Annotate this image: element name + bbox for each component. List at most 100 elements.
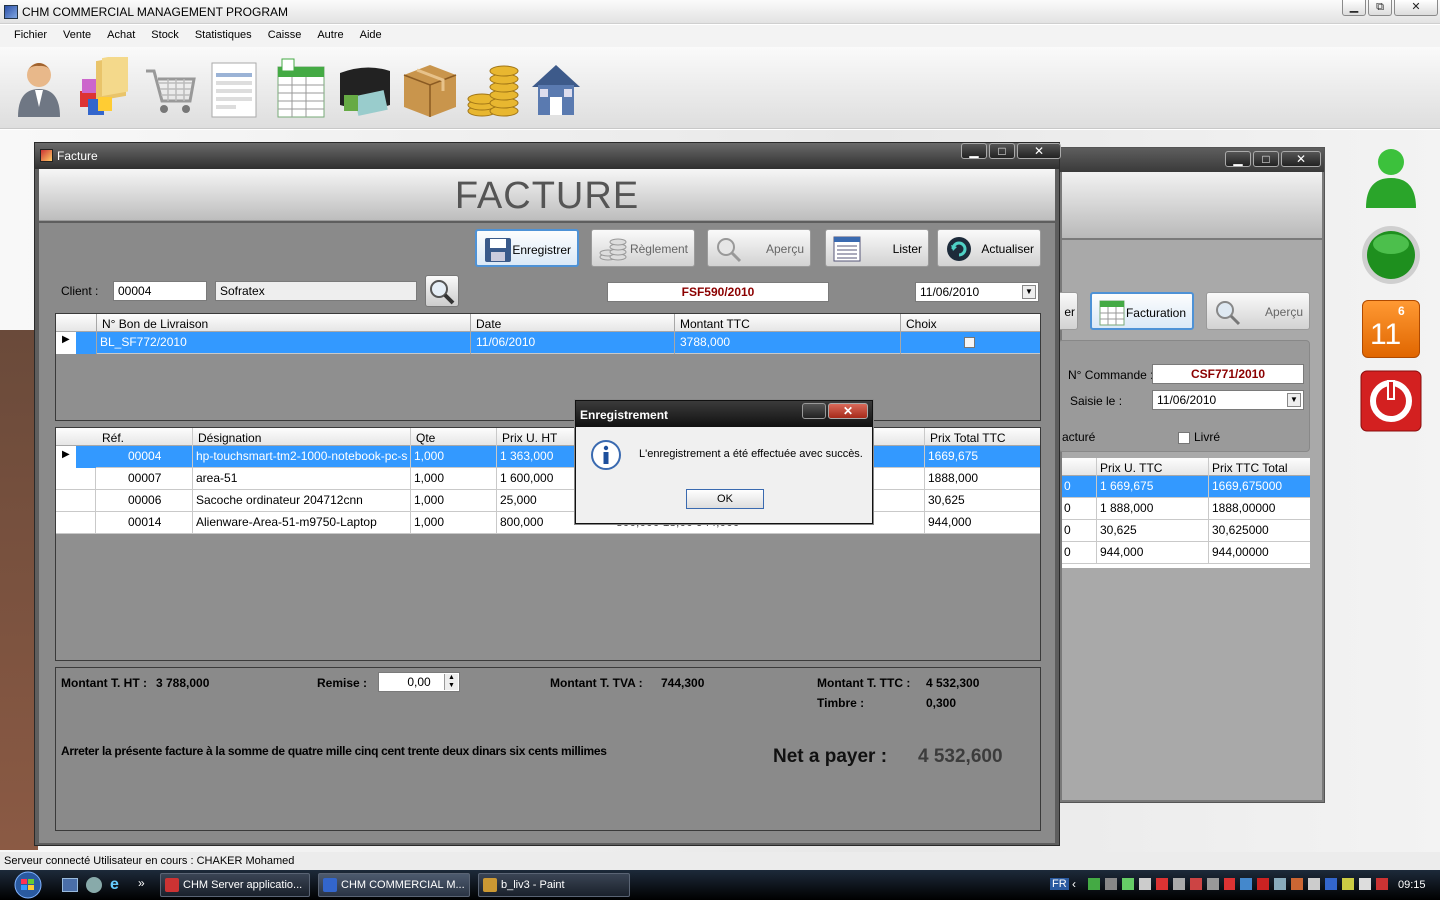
power-button[interactable] [1360, 370, 1422, 432]
menu-aide[interactable]: Aide [352, 25, 390, 47]
search-client-button[interactable] [425, 275, 459, 307]
minimize-button[interactable]: ▁ [1225, 151, 1251, 167]
lister-button[interactable]: Lister [825, 229, 929, 267]
client-code-field[interactable]: 00004 [113, 281, 207, 301]
taskbar-item[interactable]: CHM Server applicatio... [160, 873, 310, 897]
facture-date-field[interactable]: 11/06/2010 ▼ [915, 282, 1039, 302]
main-toolbar [0, 47, 1440, 129]
table-row[interactable]: 00006 Sacoche ordinateur 204712cnn 1,000… [56, 490, 1040, 512]
minimize-button[interactable]: ▁ [1342, 0, 1366, 16]
menu-autre[interactable]: Autre [309, 25, 351, 47]
taskbar-item[interactable]: CHM COMMERCIAL M... [318, 873, 470, 897]
column-header[interactable]: Désignation [198, 431, 261, 445]
facturation-button[interactable]: Facturation [1090, 292, 1194, 330]
connection-status-icon[interactable] [1360, 224, 1422, 286]
saisie-date-field[interactable]: 11/06/2010 ▼ [1152, 390, 1304, 410]
column-header[interactable]: Montant TTC [680, 317, 750, 331]
close-button[interactable]: ✕ [1281, 151, 1321, 167]
calendar-icon[interactable]: 6 11 [1360, 300, 1422, 362]
column-header[interactable]: Prix U. TTC [1100, 461, 1162, 475]
ok-button[interactable]: OK [686, 489, 764, 509]
table-row[interactable]: 0 30,625 30,625000 [1062, 520, 1310, 542]
show-desktop-icon[interactable] [62, 878, 78, 892]
chevron-left-icon[interactable]: ‹ [1072, 877, 1076, 891]
window-icon [40, 149, 53, 162]
coins-icon[interactable] [464, 57, 522, 119]
tray-icon [1342, 878, 1354, 890]
minimize-button[interactable]: ▁ [961, 143, 987, 159]
language-indicator[interactable]: FR [1050, 878, 1069, 890]
invoice-form-icon[interactable] [206, 57, 264, 119]
spreadsheet-icon[interactable] [272, 57, 330, 119]
table-row[interactable]: 0 944,000 944,00000 [1062, 542, 1310, 564]
apercu-button[interactable]: Aperçu [707, 229, 811, 267]
chevron-right-icon[interactable]: » [138, 876, 145, 890]
cart-icon[interactable] [140, 57, 198, 119]
close-button[interactable]: ✕ [1017, 143, 1061, 159]
column-header[interactable]: Réf. [102, 431, 124, 445]
remise-stepper[interactable]: 0,00 ▲ ▼ [378, 672, 460, 692]
commande-number-field[interactable]: CSF771/2010 [1152, 364, 1304, 384]
enregistrer-button[interactable]: Enregistrer [475, 229, 579, 267]
start-button[interactable] [6, 870, 46, 900]
user-icon[interactable] [10, 57, 68, 119]
menu-caisse[interactable]: Caisse [260, 25, 310, 47]
menu-achat[interactable]: Achat [99, 25, 143, 47]
column-header[interactable]: Choix [906, 317, 937, 331]
column-header[interactable]: Prix U. HT [502, 431, 557, 445]
table-row[interactable]: 01 888,000 1888,00000 [1062, 498, 1310, 520]
window-title: Facture [57, 149, 98, 163]
internet-explorer-icon[interactable]: e [110, 876, 119, 894]
clock[interactable]: 09:15 [1398, 879, 1426, 891]
table-row[interactable]: ▶ BL_SF772/2010 11/06/2010 3788,000 [56, 332, 1040, 354]
livre-checkbox[interactable] [1178, 432, 1190, 444]
restore-button[interactable]: ⧉ [1368, 0, 1392, 16]
column-header[interactable]: N° Bon de Livraison [102, 317, 208, 331]
table-row[interactable]: ▶ 00004 hp-touchsmart-tm2-1000-notebook-… [56, 446, 1040, 468]
tray-icon [1206, 878, 1219, 890]
articles-grid: Réf. Désignation Qte Prix U. HT Prix Tot… [55, 427, 1041, 661]
choix-checkbox[interactable] [964, 337, 975, 348]
package-box-icon[interactable] [400, 57, 458, 119]
menu-vente[interactable]: Vente [55, 25, 99, 47]
user-status-icon[interactable] [1360, 142, 1422, 208]
close-button[interactable]: ✕ [1394, 0, 1438, 16]
wallet-card-icon[interactable] [336, 57, 394, 119]
maximize-button[interactable]: □ [1253, 151, 1279, 167]
tray-icon [1138, 878, 1151, 890]
column-header[interactable]: Qte [416, 431, 435, 445]
table-row[interactable]: 00007 area-51 1,000 1 600,000 1888,000 [56, 468, 1040, 490]
facture-number-field[interactable]: FSF590/2010 [607, 282, 829, 302]
ttc-label: Montant T. TTC : [817, 676, 911, 690]
menu-fichier[interactable]: Fichier [6, 25, 55, 47]
saisie-label: Saisie le : [1070, 394, 1123, 408]
apercu-button[interactable]: Aperçu [1206, 292, 1310, 330]
reglement-button[interactable]: Règlement [591, 229, 695, 267]
dialog-titlebar: Enregistrement ✕ [576, 401, 872, 427]
column-header[interactable]: Prix Total TTC [930, 431, 1006, 445]
table-row[interactable]: 00014 Alienware-Area-51-m9750-Laptop 1,0… [56, 512, 1040, 534]
dialog-message: L'enregistrement a été effectuée avec su… [639, 448, 863, 460]
menu-stock[interactable]: Stock [143, 25, 187, 47]
dialog-minimize-button[interactable] [802, 403, 826, 419]
chevron-down-icon[interactable]: ▼ [1287, 393, 1301, 407]
table-row[interactable]: 01 669,675 1669,675000 [1062, 476, 1310, 498]
facture-checkbox-label: acturé [1062, 430, 1096, 444]
column-header[interactable]: Prix TTC Total [1212, 461, 1288, 475]
facture-content: Enregistrer Règlement Aperçu Lister Actu… [39, 223, 1055, 843]
taskbar-item[interactable]: b_liv3 - Paint [478, 873, 630, 897]
column-header[interactable]: Date [476, 317, 501, 331]
maximize-button[interactable]: □ [989, 143, 1015, 159]
commande-window: ▁ □ ✕ er Facturation Aperçu N° Commande … [1052, 147, 1325, 803]
tray-icon [1189, 878, 1202, 890]
dialog-close-button[interactable]: ✕ [828, 403, 868, 419]
chevron-down-icon[interactable]: ▼ [1022, 285, 1036, 299]
actualiser-button[interactable]: Actualiser [937, 229, 1041, 267]
home-icon[interactable] [528, 57, 586, 119]
client-name-field[interactable]: Sofratex [215, 281, 417, 301]
spinner-arrows-icon[interactable]: ▲ ▼ [444, 674, 458, 690]
folder-cubes-icon[interactable] [74, 53, 132, 119]
menu-statistiques[interactable]: Statistiques [187, 25, 260, 47]
tray-icon [1240, 878, 1253, 890]
media-player-icon[interactable] [86, 877, 102, 893]
